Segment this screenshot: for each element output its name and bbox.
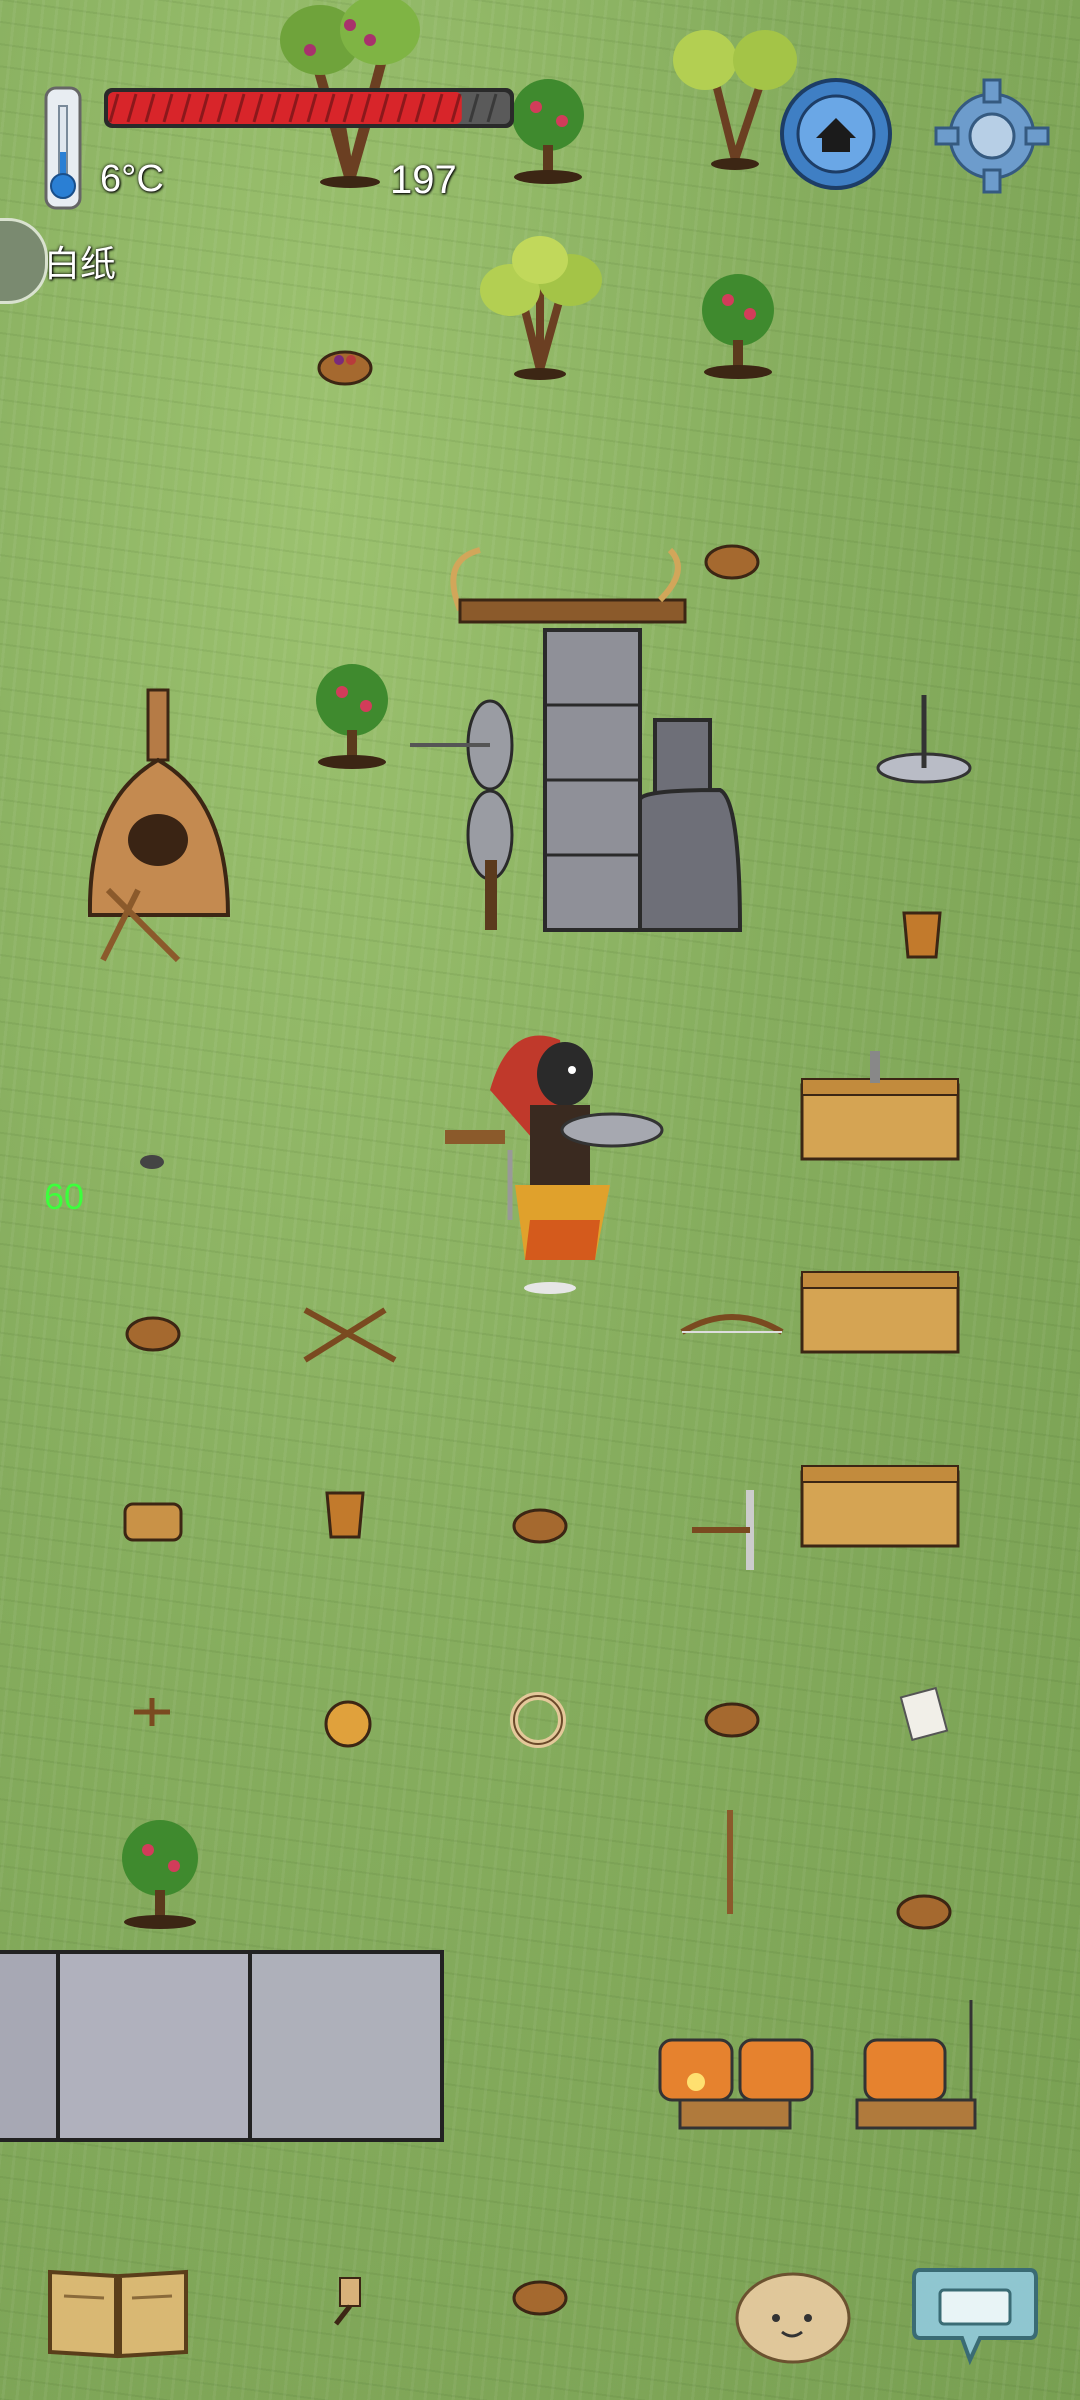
crossed-sticks — [303, 1307, 397, 1363]
thermometer-icon — [44, 86, 82, 210]
age-counter: 197 — [390, 158, 457, 202]
bow-drill — [680, 1314, 784, 1335]
wooden-crate — [800, 1051, 960, 1161]
player-name: 白纸 — [44, 243, 117, 284]
rope-coil — [510, 1692, 566, 1748]
wooden-crate — [800, 1465, 960, 1548]
fps-counter: 60 — [44, 1176, 85, 1217]
gear-icon[interactable] — [930, 74, 1054, 198]
basket-of-berries — [317, 350, 373, 386]
wooden-bucket — [902, 911, 942, 959]
radio-transmitter — [658, 2038, 814, 2130]
paper-sheet — [899, 1686, 949, 1742]
small-bone-twig — [134, 1698, 170, 1726]
spindle-stand — [876, 695, 972, 784]
player-name-tag[interactable]: 白纸 — [0, 218, 116, 304]
flint-chip — [140, 1155, 164, 1169]
empty-basket — [125, 1316, 181, 1352]
health-bar — [104, 88, 514, 128]
stone-floor — [0, 1950, 444, 2142]
gooseberry-bush — [122, 1820, 198, 1929]
leafy-sapling — [480, 236, 602, 380]
temperature-readout: 6°C — [100, 158, 164, 200]
health-bar-fill — [108, 92, 462, 124]
empty-basket — [896, 1894, 952, 1930]
stack-of-plates — [123, 1502, 183, 1542]
gooseberry-bush — [702, 274, 774, 379]
clay-ball — [324, 1700, 372, 1748]
wooden-bucket — [325, 1491, 365, 1539]
home-icon[interactable] — [778, 76, 894, 192]
empty-basket — [704, 544, 760, 580]
world-objects[interactable] — [0, 0, 1080, 2400]
empty-basket — [512, 1508, 568, 1544]
wooden-mallet — [334, 2277, 361, 2326]
gooseberry-bush — [316, 664, 388, 769]
keyboard-chat-icon[interactable] — [910, 2260, 1040, 2370]
player-character — [445, 1035, 664, 1294]
empty-basket — [704, 1702, 760, 1738]
gooseberry-bush — [512, 79, 584, 184]
emote-face-icon[interactable] — [734, 2266, 852, 2366]
adobe-kiln — [87, 688, 231, 963]
radio-receiver — [855, 2000, 977, 2130]
newcomen-engine — [410, 547, 743, 932]
pickaxe — [692, 1490, 754, 1570]
player-portrait-icon — [0, 218, 48, 304]
empty-basket — [512, 2280, 568, 2316]
wooden-crate — [800, 1271, 960, 1354]
recipe-book-icon[interactable] — [44, 2262, 192, 2362]
